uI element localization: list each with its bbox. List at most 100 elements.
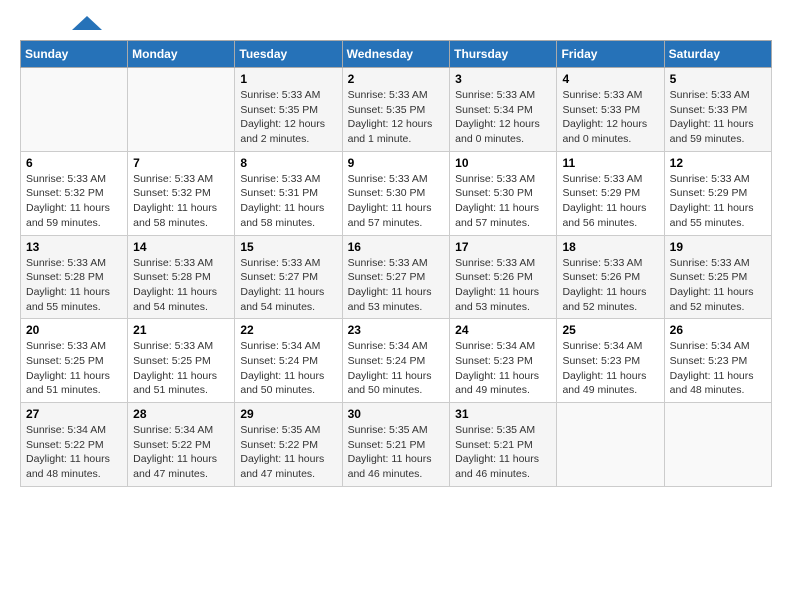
day-info: Sunrise: 5:33 AM Sunset: 5:26 PM Dayligh… bbox=[455, 256, 551, 315]
calendar-day-cell: 31 Sunrise: 5:35 AM Sunset: 5:21 PM Dayli… bbox=[450, 403, 557, 487]
day-number: 18 bbox=[562, 240, 658, 254]
day-number: 26 bbox=[670, 323, 766, 337]
day-number: 3 bbox=[455, 72, 551, 86]
day-number: 20 bbox=[26, 323, 122, 337]
day-number: 17 bbox=[455, 240, 551, 254]
calendar-day-cell: 13 Sunrise: 5:33 AM Sunset: 5:28 PM Dayli… bbox=[21, 235, 128, 319]
calendar-day-cell: 29 Sunrise: 5:35 AM Sunset: 5:22 PM Dayli… bbox=[235, 403, 342, 487]
day-info: Sunrise: 5:33 AM Sunset: 5:33 PM Dayligh… bbox=[670, 88, 766, 147]
day-number: 15 bbox=[240, 240, 336, 254]
day-number: 1 bbox=[240, 72, 336, 86]
day-info: Sunrise: 5:34 AM Sunset: 5:24 PM Dayligh… bbox=[348, 339, 445, 398]
day-number: 24 bbox=[455, 323, 551, 337]
day-number: 6 bbox=[26, 156, 122, 170]
calendar-day-cell: 2 Sunrise: 5:33 AM Sunset: 5:35 PM Daylig… bbox=[342, 68, 450, 152]
day-info: Sunrise: 5:33 AM Sunset: 5:29 PM Dayligh… bbox=[670, 172, 766, 231]
day-number: 12 bbox=[670, 156, 766, 170]
calendar-day-cell: 24 Sunrise: 5:34 AM Sunset: 5:23 PM Dayli… bbox=[450, 319, 557, 403]
day-info: Sunrise: 5:34 AM Sunset: 5:24 PM Dayligh… bbox=[240, 339, 336, 398]
day-number: 11 bbox=[562, 156, 658, 170]
day-info: Sunrise: 5:33 AM Sunset: 5:28 PM Dayligh… bbox=[26, 256, 122, 315]
day-info: Sunrise: 5:33 AM Sunset: 5:31 PM Dayligh… bbox=[240, 172, 336, 231]
day-info: Sunrise: 5:34 AM Sunset: 5:23 PM Dayligh… bbox=[670, 339, 766, 398]
day-info: Sunrise: 5:33 AM Sunset: 5:34 PM Dayligh… bbox=[455, 88, 551, 147]
calendar-day-cell: 11 Sunrise: 5:33 AM Sunset: 5:29 PM Dayli… bbox=[557, 151, 664, 235]
calendar-day-cell: 14Sunrise: 5:33 AM Sunset: 5:28 PM Dayli… bbox=[128, 235, 235, 319]
day-number: 29 bbox=[240, 407, 336, 421]
calendar-day-cell: 28 Sunrise: 5:34 AM Sunset: 5:22 PM Dayli… bbox=[128, 403, 235, 487]
calendar-day-cell bbox=[128, 68, 235, 152]
day-info: Sunrise: 5:33 AM Sunset: 5:27 PM Dayligh… bbox=[240, 256, 336, 315]
day-number: 13 bbox=[26, 240, 122, 254]
day-info: Sunrise: 5:35 AM Sunset: 5:22 PM Dayligh… bbox=[240, 423, 336, 482]
day-info: Sunrise: 5:35 AM Sunset: 5:21 PM Dayligh… bbox=[455, 423, 551, 482]
day-info: Sunrise: 5:33 AM Sunset: 5:32 PM Dayligh… bbox=[133, 172, 229, 231]
calendar-day-cell: 1 Sunrise: 5:33 AM Sunset: 5:35 PM Daylig… bbox=[235, 68, 342, 152]
day-number: 16 bbox=[348, 240, 445, 254]
day-info: Sunrise: 5:33 AM Sunset: 5:29 PM Dayligh… bbox=[562, 172, 658, 231]
day-number: 2 bbox=[348, 72, 445, 86]
calendar-day-cell bbox=[557, 403, 664, 487]
calendar-day-cell: 19 Sunrise: 5:33 AM Sunset: 5:25 PM Dayli… bbox=[664, 235, 771, 319]
calendar-day-cell: 5 Sunrise: 5:33 AM Sunset: 5:33 PM Daylig… bbox=[664, 68, 771, 152]
day-number: 19 bbox=[670, 240, 766, 254]
calendar-week-row: 6 Sunrise: 5:33 AM Sunset: 5:32 PM Daylig… bbox=[21, 151, 772, 235]
day-number: 8 bbox=[240, 156, 336, 170]
calendar-day-cell: 22 Sunrise: 5:34 AM Sunset: 5:24 PM Dayli… bbox=[235, 319, 342, 403]
day-number: 22 bbox=[240, 323, 336, 337]
calendar-day-cell: 27 Sunrise: 5:34 AM Sunset: 5:22 PM Dayli… bbox=[21, 403, 128, 487]
calendar-day-cell: 21 Sunrise: 5:33 AM Sunset: 5:25 PM Dayli… bbox=[128, 319, 235, 403]
calendar-day-cell: 9Sunrise: 5:33 AM Sunset: 5:30 PM Daylig… bbox=[342, 151, 450, 235]
day-info: Sunrise: 5:33 AM Sunset: 5:32 PM Dayligh… bbox=[26, 172, 122, 231]
day-number: 10 bbox=[455, 156, 551, 170]
calendar-header-row: SundayMondayTuesdayWednesdayThursdayFrid… bbox=[21, 41, 772, 68]
day-info: Sunrise: 5:35 AM Sunset: 5:21 PM Dayligh… bbox=[348, 423, 445, 482]
day-number: 28 bbox=[133, 407, 229, 421]
day-info: Sunrise: 5:33 AM Sunset: 5:35 PM Dayligh… bbox=[240, 88, 336, 147]
calendar-day-cell: 18 Sunrise: 5:33 AM Sunset: 5:26 PM Dayli… bbox=[557, 235, 664, 319]
page-header bbox=[20, 20, 772, 30]
calendar-day-cell: 15 Sunrise: 5:33 AM Sunset: 5:27 PM Dayli… bbox=[235, 235, 342, 319]
day-number: 4 bbox=[562, 72, 658, 86]
day-number: 31 bbox=[455, 407, 551, 421]
weekday-header: Wednesday bbox=[342, 41, 450, 68]
calendar-day-cell: 16Sunrise: 5:33 AM Sunset: 5:27 PM Dayli… bbox=[342, 235, 450, 319]
calendar-week-row: 20 Sunrise: 5:33 AM Sunset: 5:25 PM Dayli… bbox=[21, 319, 772, 403]
day-info: Sunrise: 5:33 AM Sunset: 5:26 PM Dayligh… bbox=[562, 256, 658, 315]
day-info: Sunrise: 5:33 AM Sunset: 5:25 PM Dayligh… bbox=[670, 256, 766, 315]
calendar-week-row: 27 Sunrise: 5:34 AM Sunset: 5:22 PM Dayli… bbox=[21, 403, 772, 487]
day-number: 7 bbox=[133, 156, 229, 170]
calendar-week-row: 13 Sunrise: 5:33 AM Sunset: 5:28 PM Dayli… bbox=[21, 235, 772, 319]
calendar-day-cell bbox=[21, 68, 128, 152]
calendar-day-cell: 10Sunrise: 5:33 AM Sunset: 5:30 PM Dayli… bbox=[450, 151, 557, 235]
calendar-day-cell: 7 Sunrise: 5:33 AM Sunset: 5:32 PM Daylig… bbox=[128, 151, 235, 235]
calendar-day-cell: 17 Sunrise: 5:33 AM Sunset: 5:26 PM Dayli… bbox=[450, 235, 557, 319]
weekday-header: Friday bbox=[557, 41, 664, 68]
logo-icon bbox=[72, 16, 102, 30]
calendar-day-cell: 26 Sunrise: 5:34 AM Sunset: 5:23 PM Dayli… bbox=[664, 319, 771, 403]
calendar-day-cell: 6 Sunrise: 5:33 AM Sunset: 5:32 PM Daylig… bbox=[21, 151, 128, 235]
day-info: Sunrise: 5:33 AM Sunset: 5:25 PM Dayligh… bbox=[133, 339, 229, 398]
weekday-header: Sunday bbox=[21, 41, 128, 68]
day-info: Sunrise: 5:34 AM Sunset: 5:22 PM Dayligh… bbox=[133, 423, 229, 482]
weekday-header: Tuesday bbox=[235, 41, 342, 68]
calendar-day-cell: 8 Sunrise: 5:33 AM Sunset: 5:31 PM Daylig… bbox=[235, 151, 342, 235]
calendar-day-cell bbox=[664, 403, 771, 487]
day-info: Sunrise: 5:33 AM Sunset: 5:35 PM Dayligh… bbox=[348, 88, 445, 147]
day-number: 27 bbox=[26, 407, 122, 421]
calendar-week-row: 1 Sunrise: 5:33 AM Sunset: 5:35 PM Daylig… bbox=[21, 68, 772, 152]
day-number: 5 bbox=[670, 72, 766, 86]
day-number: 14 bbox=[133, 240, 229, 254]
day-number: 30 bbox=[348, 407, 445, 421]
calendar-day-cell: 23Sunrise: 5:34 AM Sunset: 5:24 PM Dayli… bbox=[342, 319, 450, 403]
weekday-header: Saturday bbox=[664, 41, 771, 68]
calendar-day-cell: 3 Sunrise: 5:33 AM Sunset: 5:34 PM Daylig… bbox=[450, 68, 557, 152]
weekday-header: Thursday bbox=[450, 41, 557, 68]
calendar-table: SundayMondayTuesdayWednesdayThursdayFrid… bbox=[20, 40, 772, 487]
day-info: Sunrise: 5:34 AM Sunset: 5:22 PM Dayligh… bbox=[26, 423, 122, 482]
day-info: Sunrise: 5:34 AM Sunset: 5:23 PM Dayligh… bbox=[455, 339, 551, 398]
day-info: Sunrise: 5:33 AM Sunset: 5:30 PM Dayligh… bbox=[348, 172, 445, 231]
calendar-day-cell: 30 Sunrise: 5:35 AM Sunset: 5:21 PM Dayli… bbox=[342, 403, 450, 487]
calendar-day-cell: 4Sunrise: 5:33 AM Sunset: 5:33 PM Daylig… bbox=[557, 68, 664, 152]
day-number: 21 bbox=[133, 323, 229, 337]
